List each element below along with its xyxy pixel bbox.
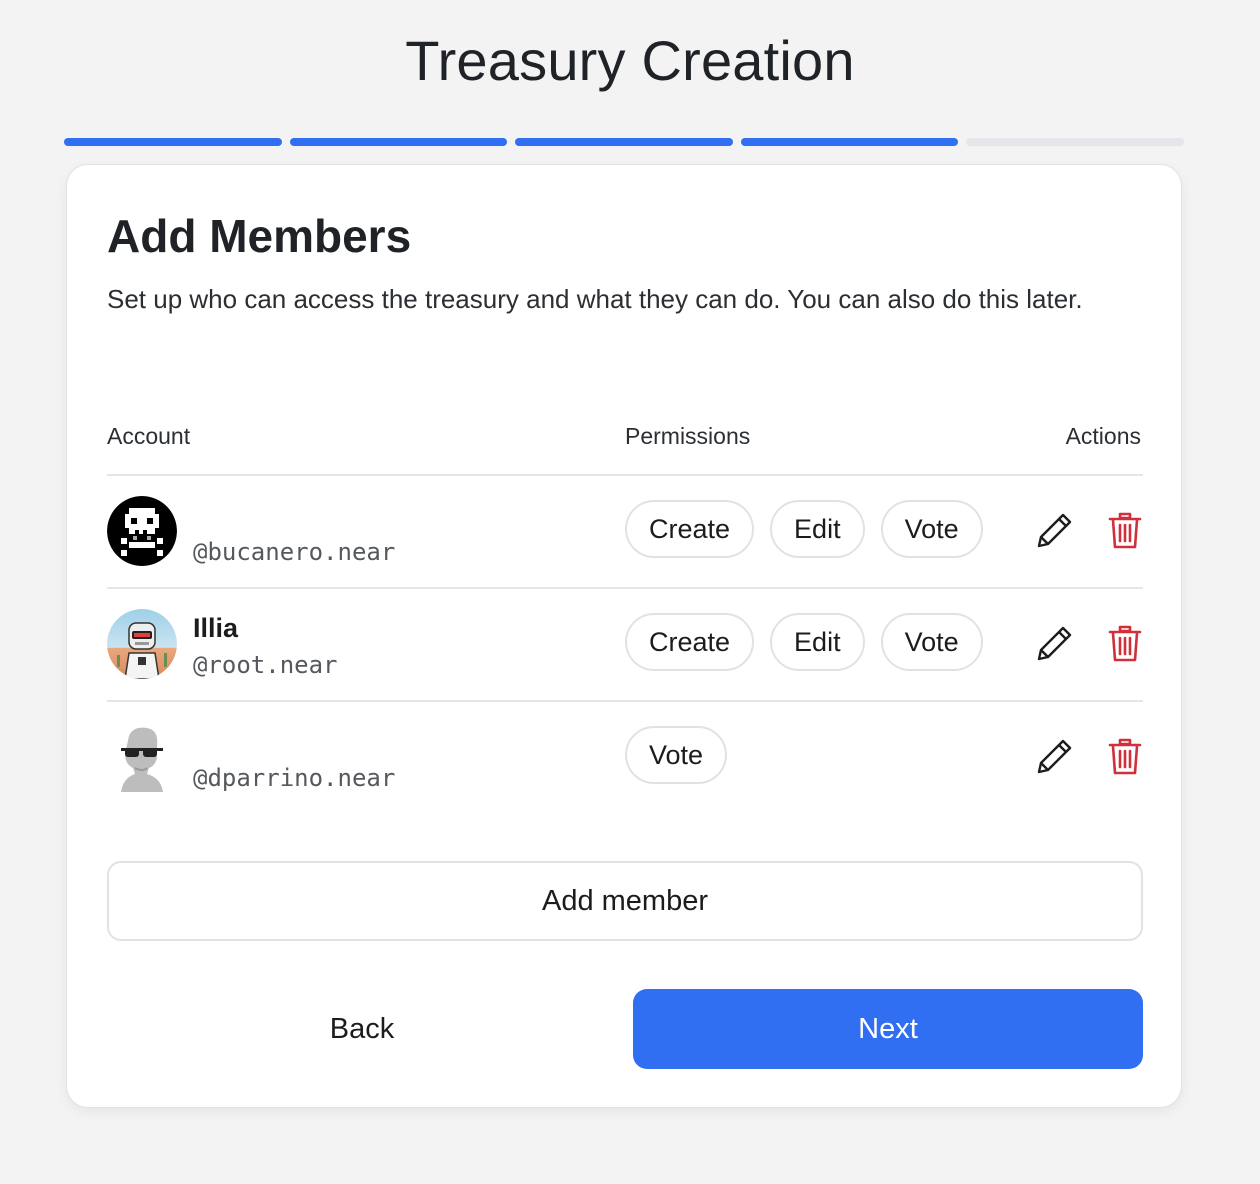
card-description: Set up who can access the treasury and w…	[107, 284, 1083, 314]
permission-pill-create: Create	[625, 613, 755, 671]
progress-step-4	[740, 138, 959, 146]
column-header-account: Account	[107, 423, 191, 449]
permission-pill-vote: Vote	[625, 726, 728, 784]
permission-list: Create Edit Vote	[625, 613, 983, 671]
sunglasses-person-avatar	[107, 722, 177, 792]
member-row: Illia @root.near Create Edit Vote	[107, 587, 1143, 700]
permission-pill-edit: Edit	[770, 613, 865, 671]
trash-icon[interactable]	[1107, 623, 1143, 663]
next-button[interactable]: Next	[633, 989, 1143, 1069]
column-header-permissions: Permissions	[625, 423, 751, 449]
member-handle: @root.near	[193, 651, 338, 679]
pencil-icon[interactable]	[1035, 623, 1075, 663]
column-header-actions: Actions	[1065, 423, 1141, 449]
back-button[interactable]: Back	[107, 989, 617, 1069]
page-title: Treasury Creation	[405, 29, 855, 92]
step-progress-bar	[64, 138, 1184, 146]
progress-step-3	[515, 138, 733, 146]
trash-icon[interactable]	[1107, 510, 1143, 550]
permission-list: Create Edit Vote	[625, 500, 983, 558]
trash-icon[interactable]	[1107, 736, 1143, 776]
add-member-button[interactable]: Add member	[107, 861, 1143, 941]
member-handle: @dparrino.near	[193, 764, 396, 792]
permission-pill-create: Create	[625, 500, 755, 558]
add-members-card: Add Members Set up who can access the tr…	[66, 164, 1182, 1108]
member-row: @dparrino.near Vote	[107, 700, 1143, 813]
card-title: Add Members	[107, 210, 412, 262]
pencil-icon[interactable]	[1035, 736, 1075, 776]
permission-pill-edit: Edit	[770, 500, 865, 558]
progress-step-2	[289, 138, 508, 146]
member-handle: @bucanero.near	[193, 538, 396, 566]
pixel-skull-avatar	[107, 496, 177, 566]
progress-step-1	[64, 138, 282, 146]
permission-list: Vote	[625, 726, 728, 784]
member-name: Illia	[193, 613, 239, 643]
pencil-icon[interactable]	[1035, 510, 1075, 550]
member-row: @bucanero.near Create Edit Vote	[107, 474, 1143, 587]
robot-avatar	[107, 609, 177, 679]
members-table: @bucanero.near Create Edit Vote Illia @r…	[107, 474, 1143, 813]
permission-pill-vote: Vote	[880, 613, 983, 671]
permission-pill-vote: Vote	[880, 500, 983, 558]
progress-step-5	[966, 138, 1184, 146]
